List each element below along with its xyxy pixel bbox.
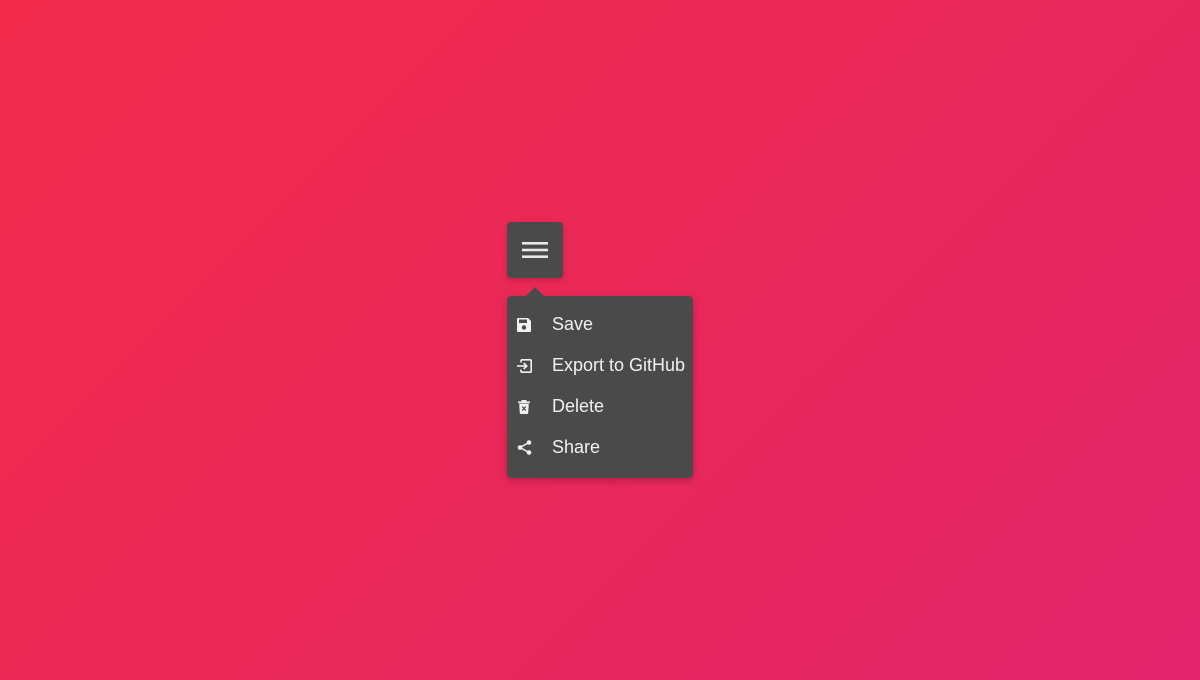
floppy-disk-icon xyxy=(516,317,532,333)
menu-item-save[interactable]: Save xyxy=(507,304,693,345)
trash-icon xyxy=(516,399,532,415)
menu-item-label: Save xyxy=(552,314,594,334)
menu-item-label: Delete xyxy=(552,396,605,416)
menu-item-label: Export to GitHub xyxy=(552,355,686,375)
menu-item-share[interactable]: Share xyxy=(507,427,693,468)
menu-toggle-button[interactable] xyxy=(507,222,563,278)
hamburger-menu-icon xyxy=(522,240,548,260)
menu-item-export-to-github[interactable]: Export to GitHub xyxy=(507,345,693,386)
share-icon xyxy=(516,440,532,456)
menu-item-label: Share xyxy=(552,437,601,457)
menu-item-delete[interactable]: Delete xyxy=(507,386,693,427)
export-icon xyxy=(516,358,532,374)
dropdown-menu: Save Export to GitHub Delete Share xyxy=(507,287,693,478)
